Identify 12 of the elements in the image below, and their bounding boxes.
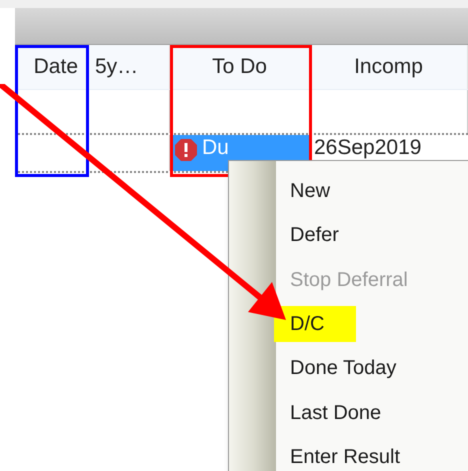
- error-icon: [174, 138, 198, 162]
- column-header[interactable]: Date: [15, 45, 87, 89]
- menu-item[interactable]: Enter Result: [276, 442, 400, 471]
- menu-item[interactable]: Done Today: [276, 353, 396, 384]
- menu-item[interactable]: D/C: [274, 306, 356, 342]
- menu-item[interactable]: New: [276, 176, 330, 206]
- menu-item[interactable]: Last Done: [276, 398, 382, 428]
- menu-item[interactable]: Defer: [276, 220, 339, 250]
- column-header[interactable]: Incomp: [310, 45, 468, 89]
- column-header[interactable]: 5y…: [87, 45, 170, 89]
- column-header[interactable]: To Do: [170, 45, 310, 89]
- table-cell-text: 26Sep2019: [313, 135, 422, 161]
